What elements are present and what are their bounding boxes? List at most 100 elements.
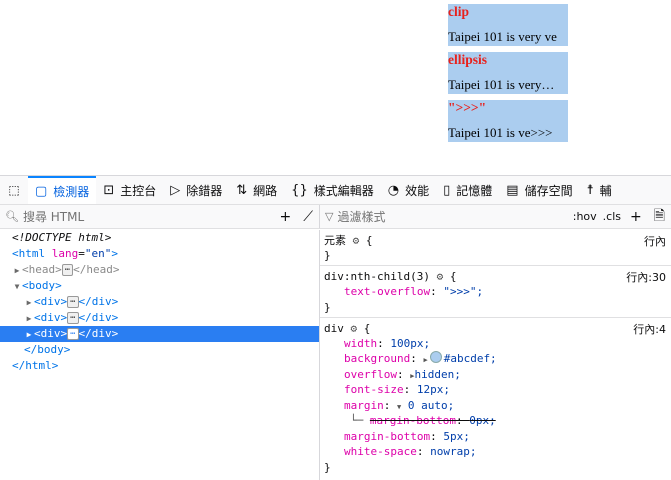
declaration[interactable]: margin: ▼ 0 auto;: [324, 398, 667, 414]
collapsed-ellipsis[interactable]: ⋯: [67, 312, 79, 324]
tab-accessibility[interactable]: ☨ 輔: [580, 176, 619, 204]
rules-panel: 元素 ⚙ { 行內 } div:nth-child(3) ⚙ { 行內:30 t…: [320, 230, 671, 480]
hov-toggle[interactable]: :hov: [570, 210, 600, 223]
rule-close-brace: }: [324, 460, 331, 474]
cls-toggle[interactable]: .cls: [600, 210, 624, 223]
rule-source-link[interactable]: 行內: [644, 234, 666, 249]
tab-console[interactable]: ⊡ 主控台: [96, 176, 163, 204]
prop-name[interactable]: white-space: [344, 445, 417, 458]
eyedropper-button[interactable]: ⟋: [297, 209, 319, 225]
doctype-text: <!DOCTYPE html>: [12, 231, 112, 244]
tag-name: <div>: [34, 295, 68, 308]
add-node-button[interactable]: +: [273, 209, 297, 225]
tab-label: 效能: [405, 183, 430, 198]
markup-toolbar: 🔍︎ 搜尋 HTML + ⟋: [0, 205, 320, 229]
tree-node-div[interactable]: ▶ <div> ⋯ </div>: [0, 294, 319, 310]
declaration[interactable]: font-size: 12px;: [324, 382, 667, 398]
collapse-arrow-icon[interactable]: ▼: [12, 279, 22, 295]
prop-name[interactable]: background: [344, 352, 410, 365]
prop-value[interactable]: nowrap;: [430, 445, 476, 458]
expand-arrow-icon[interactable]: ▶: [24, 327, 34, 343]
collapsed-ellipsis[interactable]: ⋯: [67, 296, 79, 308]
tab-label: 檢測器: [53, 184, 90, 199]
tree-node-html[interactable]: <html lang="en">: [0, 246, 319, 262]
box-text: Taipei 101 is very…: [448, 77, 555, 92]
tab-style-editor[interactable]: {} 樣式編輯器: [284, 176, 381, 204]
tree-node-div-selected[interactable]: ▶ <div> ⋯ </div>: [0, 326, 319, 342]
rule-open-brace: {: [363, 321, 371, 335]
tree-node-head[interactable]: ▶ <head> ⋯ </head>: [0, 262, 319, 278]
tree-node-doctype[interactable]: <!DOCTYPE html>: [0, 230, 319, 246]
expand-arrow-icon[interactable]: ▶: [12, 263, 22, 279]
gear-icon[interactable]: ⚙: [351, 322, 358, 335]
styles-filter-input[interactable]: ▽ 過濾樣式: [320, 208, 570, 225]
expand-arrow-icon[interactable]: ▶: [24, 295, 34, 311]
gear-icon[interactable]: ⚙: [353, 234, 360, 247]
prop-value[interactable]: 5px;: [443, 430, 470, 443]
tree-node-body-close[interactable]: </body>: [0, 342, 319, 358]
rule-source-link[interactable]: 行內:30: [626, 270, 666, 285]
prop-name[interactable]: margin: [344, 399, 384, 412]
markup-tree: <!DOCTYPE html> <html lang="en"> ▶ <head>…: [0, 230, 320, 480]
rule-element: 元素 ⚙ { 行內 }: [320, 230, 671, 266]
prop-value[interactable]: hidden;: [414, 368, 460, 381]
declaration-overridden[interactable]: └─ margin-bottom: 0px;: [324, 413, 667, 429]
expand-arrow-icon[interactable]: ▶: [24, 311, 34, 327]
element-picker-button[interactable]: ⬚: [0, 176, 28, 204]
rules-toolbar: ▽ 過濾樣式 :hov .cls + 🗎: [320, 205, 671, 229]
html-search-input[interactable]: 🔍︎ 搜尋 HTML: [0, 208, 273, 225]
prop-name[interactable]: margin-bottom: [344, 430, 430, 443]
tab-network[interactable]: ⇅ 網路: [229, 176, 284, 204]
prop-name[interactable]: width: [344, 337, 377, 350]
rule-source-link[interactable]: 行內:4: [633, 322, 666, 337]
declaration[interactable]: overflow: ▶hidden;: [324, 367, 667, 383]
prop-value[interactable]: 12px;: [417, 383, 450, 396]
prop-name[interactable]: text-overflow: [344, 285, 430, 298]
box-heading: clip: [448, 4, 470, 19]
prop-value[interactable]: #abcdef;: [444, 352, 497, 365]
prop-value[interactable]: 0 auto;: [408, 399, 454, 412]
rule-open-brace: {: [365, 234, 373, 247]
prop-value[interactable]: ">>>";: [443, 285, 483, 298]
prop-name[interactable]: font-size: [344, 383, 404, 396]
box-heading: ellipsis: [448, 52, 488, 67]
collapsed-ellipsis[interactable]: ⋯: [67, 328, 79, 340]
tab-performance[interactable]: ◔ 效能: [381, 176, 436, 204]
tab-label: 樣式編輯器: [313, 183, 374, 198]
gear-icon[interactable]: ⚙: [437, 270, 444, 283]
declaration[interactable]: text-overflow: ">>>";: [324, 284, 667, 300]
add-rule-button[interactable]: +: [624, 209, 648, 225]
prop-name[interactable]: margin-bottom: [370, 414, 456, 427]
tab-memory[interactable]: ▯ 記憶體: [436, 176, 499, 204]
tab-storage[interactable]: ▤ 儲存空間: [499, 176, 579, 204]
tag-name: </div>: [78, 295, 119, 308]
rule-div: div ⚙ { 行內:4 width: 100px; background: ▶…: [320, 318, 671, 477]
tab-inspector[interactable]: ▢ 檢測器: [28, 176, 97, 204]
tag-name: </body>: [24, 343, 71, 356]
box-text: Taipei 101 is very ve: [448, 29, 557, 44]
declaration[interactable]: width: 100px;: [324, 336, 667, 352]
tree-node-html-close[interactable]: </html>: [0, 358, 319, 374]
prop-value[interactable]: 0px;: [469, 414, 496, 427]
search-placeholder: 搜尋 HTML: [22, 210, 85, 224]
tree-node-div[interactable]: ▶ <div> ⋯ </div>: [0, 310, 319, 326]
declaration[interactable]: white-space: nowrap;: [324, 444, 667, 460]
declaration[interactable]: margin-bottom: 5px;: [324, 429, 667, 445]
print-simulation-icon[interactable]: 🗎: [648, 205, 671, 229]
color-swatch-icon[interactable]: [429, 351, 442, 363]
expand-arrow-icon[interactable]: ▼: [397, 403, 401, 411]
network-icon: ⇅: [236, 182, 248, 198]
tag-bracket: >: [111, 247, 118, 260]
tag-name: <div>: [34, 311, 68, 324]
tree-node-body[interactable]: ▼ <body>: [0, 278, 319, 294]
prop-value[interactable]: 100px;: [390, 337, 430, 350]
attr-value: "en": [84, 247, 112, 260]
rule-close-brace: }: [324, 249, 331, 262]
expand-arrow-icon[interactable]: ▶: [423, 356, 427, 364]
tab-debugger[interactable]: ▷ 除錯器: [163, 176, 229, 204]
prop-name[interactable]: overflow: [344, 368, 397, 381]
rule-selector: div: [324, 321, 344, 335]
declaration[interactable]: background: ▶ #abcdef;: [324, 351, 667, 367]
collapsed-ellipsis[interactable]: ⋯: [61, 264, 74, 276]
filter-icon: ▽: [325, 210, 334, 223]
